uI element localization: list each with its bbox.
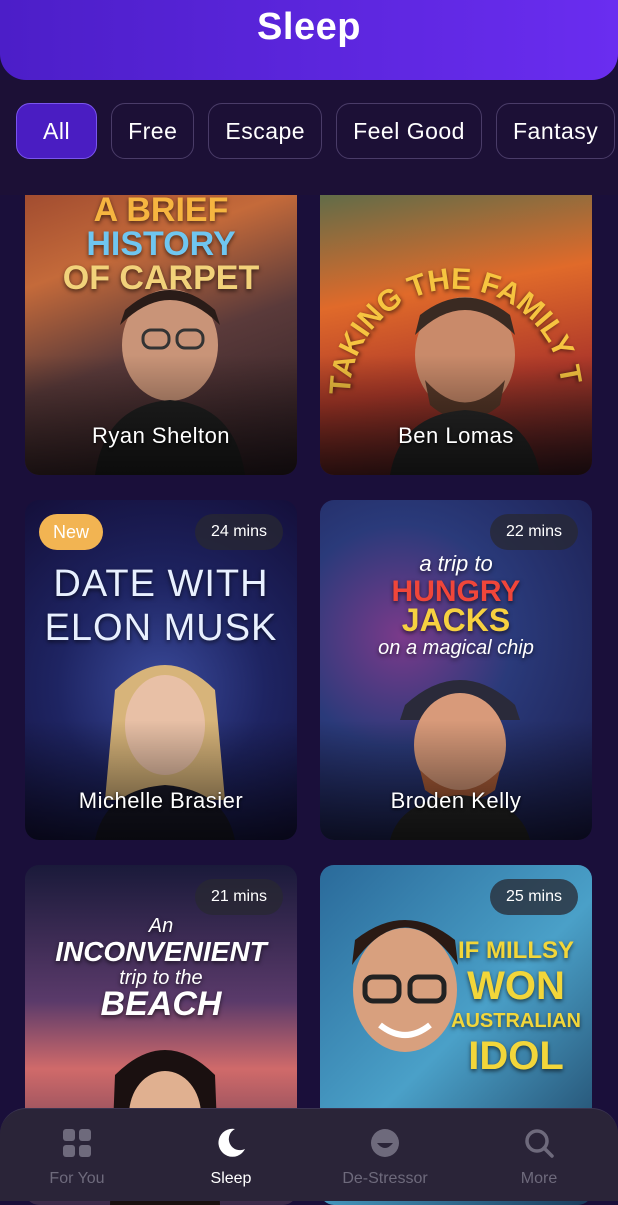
duration-badge: 25 mins xyxy=(489,879,578,915)
story-card-michelle-brasier[interactable]: DATE WITH ELON MUSK New 24 mins Michelle… xyxy=(25,500,297,840)
narrator-name: Broden Kelly xyxy=(390,788,522,813)
narrator-name: Michelle Brasier xyxy=(78,788,244,813)
cover-title: DATE WITH ELON MUSK xyxy=(44,563,278,649)
tab-for-you[interactable]: For You xyxy=(0,1127,154,1188)
filter-chip-escape[interactable]: Escape xyxy=(208,103,323,159)
tab-label: Sleep xyxy=(210,1170,252,1187)
cover-title: An INCONVENIENT trip to the BEACH xyxy=(55,915,267,1023)
narrator-name: Ben Lomas xyxy=(398,423,514,448)
filter-chip-free[interactable]: Free xyxy=(111,103,195,159)
tab-de-stressor[interactable]: De-Stressor xyxy=(308,1127,462,1188)
narrator-name: Ryan Shelton xyxy=(91,423,231,448)
grid-icon xyxy=(63,1129,91,1157)
tab-more[interactable]: More xyxy=(462,1127,616,1188)
tab-label: More xyxy=(520,1170,558,1187)
filter-bar: All Free Escape Feel Good Fantasy xyxy=(0,80,618,195)
filter-chip-feel-good[interactable]: Feel Good xyxy=(336,103,482,159)
cover-title: A BRIEF HISTORY OF CARPET xyxy=(62,191,260,297)
tab-label: For You xyxy=(49,1170,105,1187)
tab-label: De-Stressor xyxy=(342,1170,428,1187)
new-badge: New xyxy=(39,514,104,550)
moon-icon xyxy=(218,1128,245,1157)
bottom-tab-bar: For You Sleep De-Stressor More xyxy=(0,1108,618,1201)
cover-title: IF MILLSY WON AUSTRALIAN IDOL xyxy=(451,937,581,1078)
cover-title: a trip to HUNGRY JACKS on a magical chip xyxy=(378,551,534,659)
smile-icon xyxy=(371,1129,399,1157)
duration-badge: 21 mins xyxy=(194,879,283,915)
duration-badge: 24 mins xyxy=(194,514,283,550)
page-title: Sleep xyxy=(257,6,361,48)
filter-chip-all[interactable]: All xyxy=(16,103,98,159)
search-icon xyxy=(525,1129,554,1158)
app-header: Sleep xyxy=(0,0,618,80)
filter-chip-fantasy[interactable]: Fantasy xyxy=(495,103,616,159)
story-card-broden-kelly[interactable]: a trip to HUNGRY JACKS on a magical chip… xyxy=(320,500,592,840)
duration-badge: 22 mins xyxy=(489,514,578,550)
tab-sleep[interactable]: Sleep xyxy=(154,1127,308,1188)
